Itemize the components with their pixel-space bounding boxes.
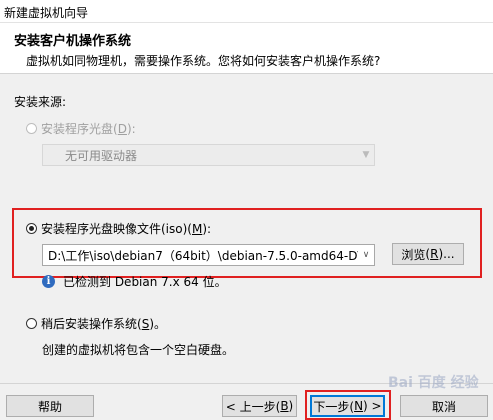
iso-detected-info: i 已检测到 Debian 7.x 64 位。 [42, 273, 227, 290]
page-subtitle: 虚拟机如同物理机，需要操作系统。您将如何安装客户机操作系统? [26, 54, 381, 68]
highlight-box-next [305, 390, 391, 420]
cancel-button[interactable]: 取消 [400, 395, 488, 417]
back-button[interactable]: < 上一步(B) [222, 395, 297, 417]
baidu-watermark: Bai 百度 经验 [388, 375, 479, 391]
window-title: 新建虚拟机向导 [4, 6, 89, 20]
wizard-header: 安装客户机操作系统 虚拟机如同物理机，需要操作系统。您将如何安装客户机操作系统? [0, 23, 493, 74]
install-source-label: 安装来源: [14, 95, 67, 109]
page-title: 安装客户机操作系统 [14, 34, 132, 49]
title-bar: 新建虚拟机向导 [0, 0, 493, 23]
info-icon: i [42, 275, 55, 288]
radio-install-later-label: 稍后安装操作系统(S)。 [41, 317, 167, 331]
install-later-description: 创建的虚拟机将包含一个空白硬盘。 [42, 343, 235, 357]
disc-drive-select[interactable]: 无可用驱动器 ▼ [42, 144, 375, 166]
radio-install-disc-label: 安装程序光盘(D): [41, 122, 136, 136]
iso-detected-text: 已检测到 Debian 7.x 64 位。 [63, 275, 227, 289]
radio-install-disc[interactable]: 安装程序光盘(D): [26, 120, 136, 137]
radio-button[interactable] [26, 123, 37, 134]
disc-drive-select-value: 无可用驱动器 [65, 148, 138, 163]
chevron-down-icon[interactable]: ▼ [358, 150, 374, 160]
radio-button[interactable] [26, 318, 37, 329]
highlight-box-iso [12, 208, 482, 278]
radio-install-later[interactable]: 稍后安装操作系统(S)。 [26, 315, 166, 332]
help-button[interactable]: 帮助 [6, 395, 94, 417]
